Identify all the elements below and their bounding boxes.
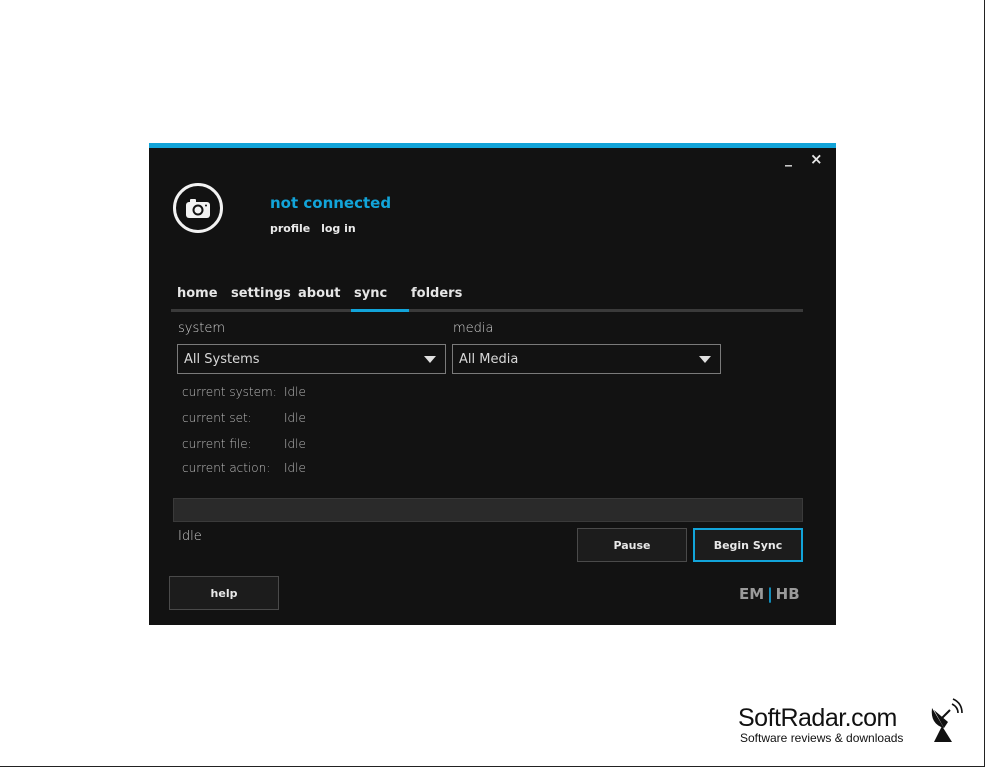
info-key: current file: xyxy=(182,437,252,451)
info-current-file: current file: Idle xyxy=(182,437,306,451)
info-current-system: current system: Idle xyxy=(182,385,306,399)
account-links: profile log in xyxy=(270,222,363,235)
brand-logo: EM | HB xyxy=(739,585,800,603)
pause-button[interactable]: Pause xyxy=(577,528,687,562)
minimize-button[interactable]: _ xyxy=(785,151,792,167)
tab-folders[interactable]: folders xyxy=(411,286,462,301)
title-accent-bar xyxy=(149,143,836,148)
info-value: Idle xyxy=(284,461,306,475)
softradar-watermark: SoftRadar.com Software reviews & downloa… xyxy=(738,698,968,748)
info-value: Idle xyxy=(284,385,306,399)
satellite-dish-icon xyxy=(931,698,963,742)
avatar[interactable] xyxy=(173,183,223,233)
tab-underline xyxy=(171,309,803,312)
info-key: current action: xyxy=(182,461,271,475)
brand-left: EM xyxy=(739,585,765,603)
chevron-down-icon xyxy=(699,355,711,363)
system-label: system xyxy=(178,321,225,336)
media-selected-value: All Media xyxy=(459,351,519,367)
brand-separator: | xyxy=(767,585,773,603)
sync-status-text: Idle xyxy=(178,529,202,544)
camera-icon xyxy=(186,199,210,218)
info-current-action: current action: Idle xyxy=(182,461,306,475)
login-link[interactable]: log in xyxy=(321,222,356,235)
system-dropdown[interactable]: All Systems xyxy=(177,344,446,374)
tab-sync[interactable]: sync xyxy=(354,286,387,301)
info-key: current system: xyxy=(182,385,277,399)
profile-link[interactable]: profile xyxy=(270,222,310,235)
tab-active-indicator xyxy=(351,309,409,312)
brand-right: HB xyxy=(775,585,800,603)
media-label: media xyxy=(453,321,494,336)
begin-sync-button[interactable]: Begin Sync xyxy=(693,528,803,562)
close-button[interactable]: × xyxy=(810,151,823,167)
connection-status: not connected xyxy=(270,194,392,212)
sync-progress-bar xyxy=(173,498,803,522)
watermark-name: SoftRadar.com xyxy=(738,704,897,732)
help-button[interactable]: help xyxy=(169,576,279,610)
info-value: Idle xyxy=(284,437,306,451)
info-value: Idle xyxy=(284,411,306,425)
info-key: current set: xyxy=(182,411,252,425)
app-window: _ × not connected profile log in home se… xyxy=(149,143,836,625)
chevron-down-icon xyxy=(424,355,436,363)
media-dropdown[interactable]: All Media xyxy=(452,344,721,374)
system-selected-value: All Systems xyxy=(184,351,260,367)
watermark-tagline: Software reviews & downloads xyxy=(740,731,904,745)
tab-about[interactable]: about xyxy=(298,286,340,301)
info-current-set: current set: Idle xyxy=(182,411,306,425)
tab-home[interactable]: home xyxy=(177,286,218,301)
tab-settings[interactable]: settings xyxy=(231,286,291,301)
